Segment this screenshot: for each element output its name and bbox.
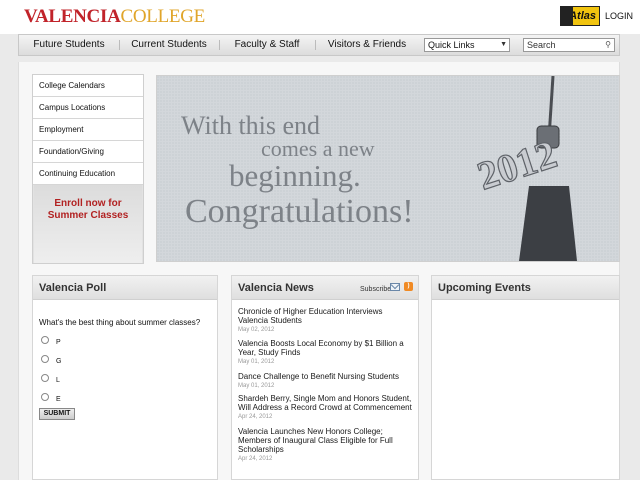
radio-button[interactable]: [41, 393, 49, 401]
poll-option-label: P: [56, 339, 61, 346]
news-item-date: Apr 24, 2012: [238, 456, 273, 462]
news-item-title[interactable]: Shardeh Berry, Single Mom and Honors Stu…: [238, 394, 414, 412]
graduation-banner[interactable]: With this end comes a new beginning. Con…: [156, 75, 620, 262]
sidebar-item-locations[interactable]: Campus Locations: [33, 97, 143, 119]
news-item-title[interactable]: Chronicle of Higher Education Interviews…: [238, 307, 414, 325]
poll-question: What's the best thing about summer class…: [39, 318, 201, 327]
enroll-line1: Enroll now for: [54, 198, 122, 209]
poll-submit-button[interactable]: SUBMIT: [39, 408, 75, 420]
main-nav: Future Students Current Students Faculty…: [18, 34, 620, 56]
radio-button[interactable]: [41, 374, 49, 382]
news-item[interactable]: Valencia Launches New Honors College; Me…: [238, 427, 414, 464]
atlas-label: Atlas: [569, 10, 596, 22]
news-item-title[interactable]: Valencia Boosts Local Economy by $1 Bill…: [238, 339, 414, 357]
news-item[interactable]: Chronicle of Higher Education Interviews…: [238, 307, 414, 335]
news-item-title[interactable]: Valencia Launches New Honors College; Me…: [238, 427, 414, 454]
news-item-title[interactable]: Dance Challenge to Benefit Nursing Stude…: [238, 372, 414, 381]
subscribe-link[interactable]: Subscribe: [360, 286, 391, 293]
radio-button[interactable]: [41, 355, 49, 363]
banner-line3: beginning.: [229, 158, 361, 193]
news-item-date: May 01, 2012: [238, 359, 275, 365]
quick-links-sidebar: College Calendars Campus Locations Emplo…: [32, 74, 144, 264]
site-logo[interactable]: VALENCIACOLLEGE: [24, 6, 205, 28]
enroll-line2: Summer Classes: [47, 210, 129, 221]
tassel-fringe: [519, 186, 577, 261]
news-title: Valencia News: [238, 282, 314, 294]
sidebar-item-employment[interactable]: Employment: [33, 119, 143, 141]
sidebar-item-giving[interactable]: Foundation/Giving: [33, 141, 143, 163]
news-item[interactable]: Valencia Boosts Local Economy by $1 Bill…: [238, 339, 414, 367]
poll-option-label: L: [56, 377, 60, 384]
search-icon[interactable]: ⚲: [605, 39, 611, 51]
news-item-date: Apr 24, 2012: [238, 414, 273, 420]
nav-current-students[interactable]: Current Students: [119, 35, 219, 55]
events-widget: Upcoming Events: [431, 275, 620, 480]
atlas-logo-icon[interactable]: Atlas: [560, 6, 600, 26]
nav-faculty-staff[interactable]: Faculty & Staff: [219, 35, 315, 55]
chevron-down-icon: ▼: [500, 41, 507, 48]
news-item[interactable]: Dance Challenge to Benefit Nursing Stude…: [238, 372, 414, 391]
rss-icon[interactable]: ): [404, 282, 413, 291]
banner-graphic: With this end comes a new beginning. Con…: [157, 76, 619, 261]
poll-widget: Valencia Poll What's the best thing abou…: [32, 275, 218, 480]
sidebar-item-continuing-ed[interactable]: Continuing Education: [33, 163, 143, 185]
search-box: ⚲: [523, 38, 615, 52]
sidebar-item-calendars[interactable]: College Calendars: [33, 75, 143, 97]
poll-option-label: G: [56, 358, 62, 365]
mail-icon[interactable]: [390, 283, 400, 291]
nav-visitors-friends[interactable]: Visitors & Friends: [315, 35, 419, 55]
logo-college: COLLEGE: [120, 6, 206, 27]
quick-links-label: Quick Links: [428, 40, 475, 50]
nav-future-students[interactable]: Future Students: [19, 35, 119, 55]
poll-option-label: E: [56, 396, 61, 403]
radio-button[interactable]: [41, 336, 49, 344]
enroll-summer-link[interactable]: Enroll now for Summer Classes: [34, 185, 142, 263]
news-item-date: May 01, 2012: [238, 383, 275, 389]
poll-title: Valencia Poll: [33, 276, 217, 300]
quick-links-select[interactable]: Quick Links ▼: [424, 38, 510, 52]
logo-valencia: VALENCIA: [24, 6, 121, 27]
news-widget: Valencia News Subscribe ) Chronicle of H…: [231, 275, 419, 480]
banner-line4: Congratulations!: [185, 193, 414, 230]
events-title: Upcoming Events: [432, 276, 619, 300]
news-item-date: May 02, 2012: [238, 327, 275, 333]
search-input[interactable]: [524, 39, 600, 51]
site-header: VALENCIACOLLEGE Atlas LOGIN: [0, 0, 640, 34]
atlas-logo-mark: [561, 7, 573, 25]
news-item[interactable]: Shardeh Berry, Single Mom and Honors Stu…: [238, 394, 414, 422]
login-link[interactable]: LOGIN: [605, 11, 633, 21]
